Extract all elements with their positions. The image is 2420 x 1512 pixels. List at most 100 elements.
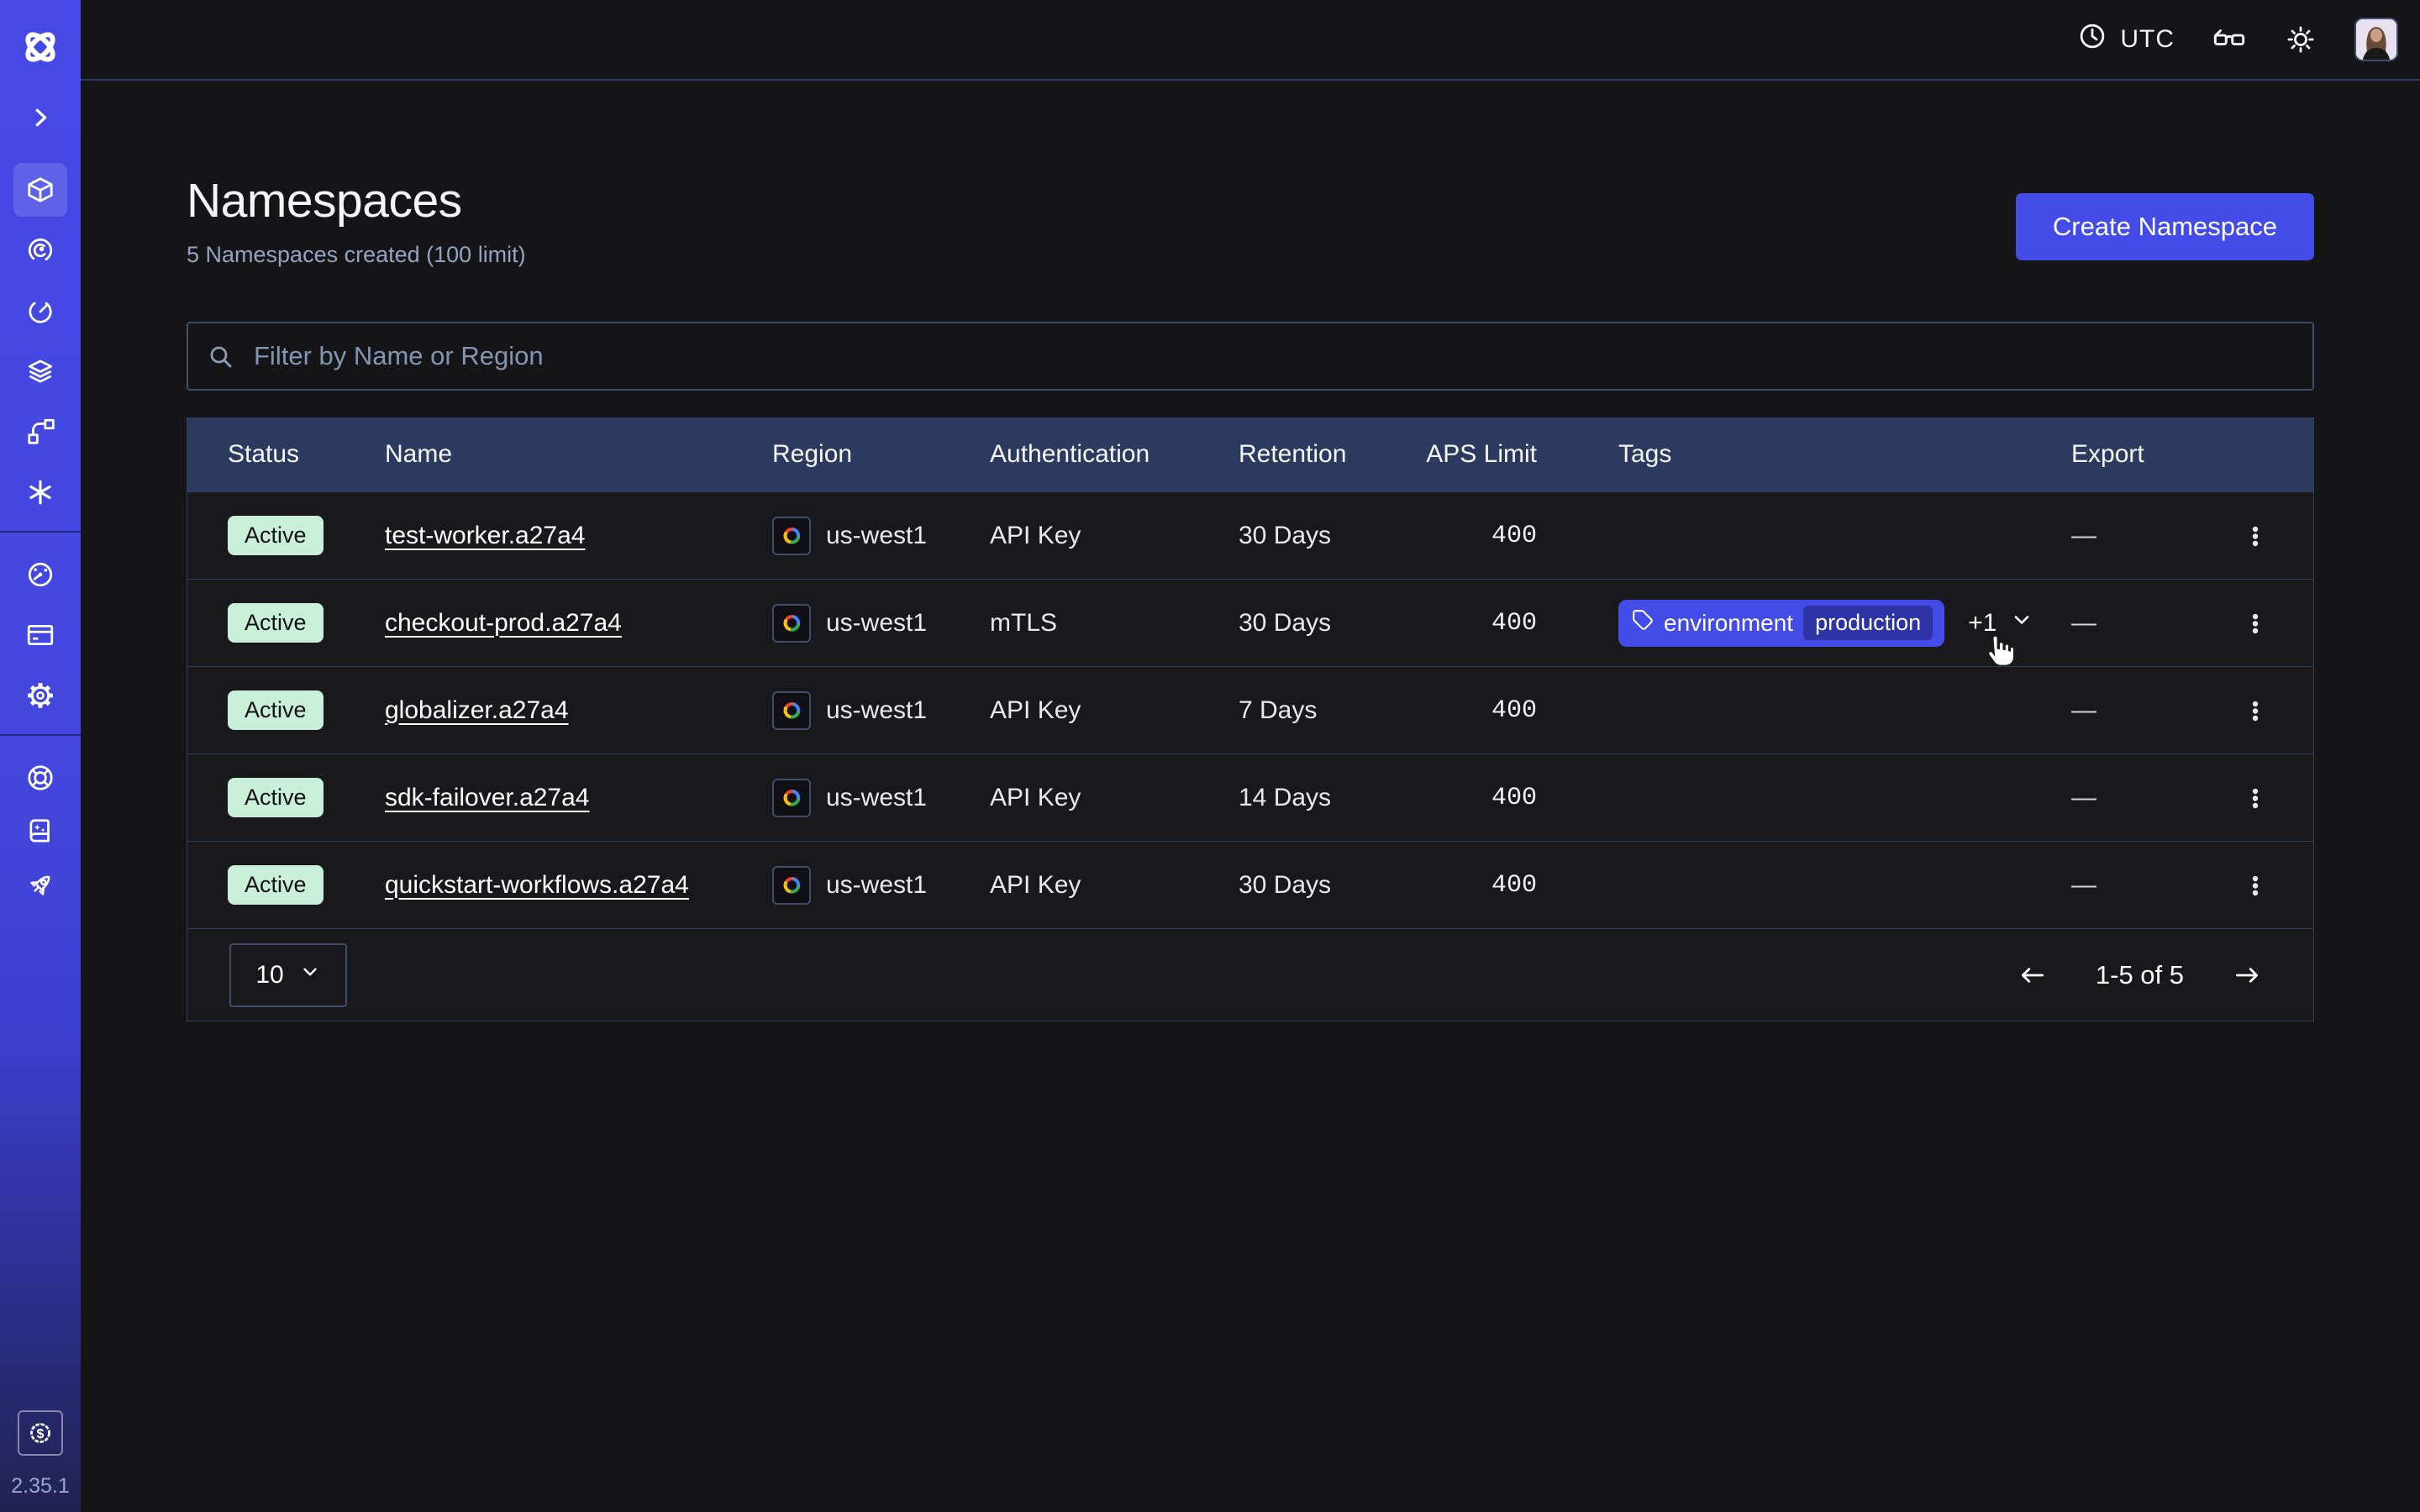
gcp-logo-icon <box>772 604 811 643</box>
aps-limit-value: 400 <box>1398 609 1537 638</box>
create-namespace-button[interactable]: Create Namespace <box>2016 193 2314 260</box>
clock-icon <box>2076 20 2108 59</box>
browser-card-icon[interactable] <box>13 608 67 662</box>
sidebar-divider <box>0 734 81 736</box>
layers-icon[interactable] <box>13 344 67 398</box>
namespace-link[interactable]: globalizer.a27a4 <box>385 696 569 724</box>
rocket-icon[interactable] <box>13 858 67 912</box>
tag-more-button[interactable]: +1 <box>1963 607 2039 639</box>
aps-limit-value: 400 <box>1398 871 1537 900</box>
page-size-select[interactable]: 10 <box>229 943 347 1007</box>
gauge-icon[interactable] <box>13 548 67 601</box>
timezone-button[interactable]: UTC <box>2076 20 2175 59</box>
glasses-icon[interactable] <box>2212 22 2247 57</box>
namespaces-table: Status Name Region Authentication Retent… <box>187 417 2314 1021</box>
timer-icon[interactable] <box>13 284 67 338</box>
search-icon <box>207 343 235 375</box>
export-value: — <box>2071 871 2096 900</box>
aps-limit-value: 400 <box>1398 784 1537 812</box>
temporal-logo-icon[interactable] <box>13 20 67 74</box>
gcp-logo-icon <box>772 779 811 817</box>
auth-label: API Key <box>990 522 1239 550</box>
tag-more-count: +1 <box>1968 609 1996 638</box>
asterisk-icon[interactable] <box>13 465 67 519</box>
arrow-left-icon[interactable] <box>2017 959 2049 991</box>
app-version: 2.35.1 <box>11 1474 70 1499</box>
col-header-retention: Retention <box>1239 440 1398 469</box>
retention-label: 14 Days <box>1239 784 1398 812</box>
status-badge: Active <box>228 603 324 643</box>
eye-swirl-icon[interactable] <box>13 223 67 277</box>
lifebuoy-icon[interactable] <box>13 751 67 805</box>
page-subtitle: 5 Namespaces created (100 limit) <box>187 242 526 268</box>
table-row: Active checkout-prod.a27a4 us-west1 mTLS… <box>187 579 2313 666</box>
kebab-menu-icon[interactable] <box>2241 522 2270 550</box>
namespace-link[interactable]: quickstart-workflows.a27a4 <box>385 871 689 899</box>
col-header-region: Region <box>772 440 990 469</box>
aps-limit-value: 400 <box>1398 522 1537 550</box>
pagination: 1-5 of 5 <box>2017 959 2263 991</box>
status-badge: Active <box>228 690 324 730</box>
sun-theme-icon[interactable] <box>2284 23 2317 56</box>
avatar[interactable] <box>2354 18 2398 61</box>
region-label: us-west1 <box>826 696 927 725</box>
gcp-logo-icon <box>772 866 811 905</box>
table-header-row: Status Name Region Authentication Retent… <box>187 417 2313 491</box>
auth-label: mTLS <box>990 609 1239 638</box>
export-value: — <box>2071 696 2096 725</box>
filter-search <box>187 322 2314 391</box>
tags-cell: environment production +1 <box>1537 600 2071 647</box>
cube-icon[interactable] <box>13 163 67 217</box>
pagination-range: 1-5 of 5 <box>2096 960 2184 990</box>
table-row: Active test-worker.a27a4 us-west1 API Ke… <box>187 491 2313 579</box>
usage-dollar-badge-button[interactable]: $ <box>18 1410 63 1456</box>
topbar: UTC <box>81 0 2420 81</box>
table-footer: 10 1-5 of 5 <box>187 928 2313 1021</box>
kebab-menu-icon[interactable] <box>2241 609 2270 638</box>
sidebar-collapse-chevron-icon[interactable] <box>20 97 60 138</box>
page-header: Namespaces 5 Namespaces created (100 lim… <box>187 81 2314 322</box>
aps-limit-value: 400 <box>1398 696 1537 725</box>
table-row: Active globalizer.a27a4 us-west1 API Key… <box>187 666 2313 753</box>
kebab-menu-icon[interactable] <box>2241 696 2270 725</box>
search-input[interactable] <box>187 322 2314 391</box>
tag-value: production <box>1803 606 1933 640</box>
gcp-logo-icon <box>772 691 811 730</box>
auth-label: API Key <box>990 784 1239 812</box>
col-header-authentication: Authentication <box>990 440 1239 469</box>
tag-icon <box>1632 609 1654 637</box>
col-header-name: Name <box>385 440 772 469</box>
arrow-right-icon[interactable] <box>2231 959 2263 991</box>
export-value: — <box>2071 609 2096 638</box>
timezone-label: UTC <box>2120 25 2175 54</box>
table-row: Active sdk-failover.a27a4 us-west1 API K… <box>187 753 2313 841</box>
chevron-down-icon <box>299 961 321 990</box>
retention-label: 30 Days <box>1239 609 1398 638</box>
auth-label: API Key <box>990 871 1239 900</box>
main-content: Namespaces 5 Namespaces created (100 lim… <box>81 81 2420 1512</box>
gcp-logo-icon <box>772 517 811 555</box>
book-sparkles-icon[interactable] <box>13 805 67 858</box>
region-label: us-west1 <box>826 871 927 900</box>
sidebar-nav-primary <box>13 163 67 519</box>
page-title: Namespaces <box>187 173 526 228</box>
tag-pill[interactable]: environment production <box>1618 600 1944 647</box>
sidebar-nav-support <box>13 751 67 912</box>
col-header-export: Export <box>2071 440 2313 469</box>
tag-key: environment <box>1664 610 1793 637</box>
region-label: us-west1 <box>826 784 927 812</box>
namespace-link[interactable]: test-worker.a27a4 <box>385 522 585 549</box>
namespace-link[interactable]: sdk-failover.a27a4 <box>385 784 590 811</box>
auth-label: API Key <box>990 696 1239 725</box>
svg-text:$: $ <box>37 1427 45 1441</box>
retention-label: 30 Days <box>1239 522 1398 550</box>
sidebar: $ 2.35.1 <box>0 0 81 1512</box>
gear-icon[interactable] <box>13 669 67 722</box>
table-row: Active quickstart-workflows.a27a4 us-wes… <box>187 841 2313 928</box>
region-label: us-west1 <box>826 609 927 638</box>
namespace-link[interactable]: checkout-prod.a27a4 <box>385 609 622 637</box>
kebab-menu-icon[interactable] <box>2241 871 2270 900</box>
kebab-menu-icon[interactable] <box>2241 784 2270 812</box>
workflow-branch-icon[interactable] <box>13 405 67 459</box>
retention-label: 7 Days <box>1239 696 1398 725</box>
